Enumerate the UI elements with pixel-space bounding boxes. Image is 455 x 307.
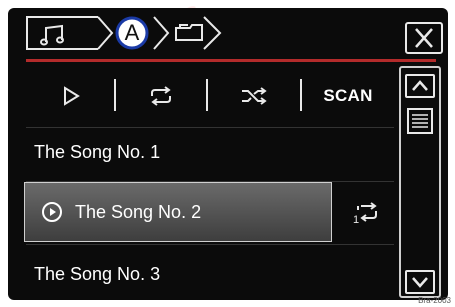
chevron-up-icon: [412, 80, 428, 91]
accent-divider: [26, 59, 436, 62]
list-item[interactable]: The Song No. 3: [8, 244, 398, 300]
music-note-icon: [40, 24, 64, 46]
chevron-down-icon: [412, 277, 428, 288]
scroll-up-button[interactable]: [405, 74, 435, 98]
svg-text:1: 1: [353, 214, 359, 226]
close-icon: [415, 28, 433, 48]
scrollbar[interactable]: [399, 66, 441, 298]
figure-code: Bra-2003: [418, 296, 451, 305]
play-icon: [64, 86, 80, 106]
song-title: The Song No. 3: [34, 263, 161, 284]
media-player-screen: A SCAN The Song No. 1 The Song No. 2 1 T…: [8, 8, 448, 300]
folders-icon: [175, 16, 222, 50]
shuffle-button[interactable]: [208, 65, 300, 127]
breadcrumb-folders[interactable]: [168, 16, 224, 50]
scan-button[interactable]: SCAN: [302, 65, 394, 127]
breadcrumb-music[interactable]: [26, 16, 98, 50]
play-button[interactable]: [26, 65, 116, 127]
scan-label: SCAN: [323, 86, 373, 105]
repeat-button[interactable]: [116, 65, 206, 127]
playback-controls: SCAN: [8, 65, 398, 127]
list-item[interactable]: The Song No. 1: [8, 122, 398, 182]
callout-label: A: [124, 20, 140, 45]
shuffle-icon: [242, 87, 267, 105]
repeat-icon: [151, 86, 171, 106]
song-title: The Song No. 2: [75, 201, 202, 222]
scroll-thumb[interactable]: [407, 108, 433, 134]
scroll-down-button[interactable]: [405, 270, 435, 294]
breadcrumb-source[interactable]: A: [110, 16, 154, 50]
play-circle-icon: [42, 202, 62, 222]
close-button[interactable]: [405, 22, 443, 54]
repeat-track-button[interactable]: 1: [338, 182, 394, 242]
song-title: The Song No. 1: [34, 141, 161, 162]
repeat-one-icon: 1: [353, 202, 377, 226]
top-bar: A: [8, 8, 448, 63]
list-item-selected[interactable]: The Song No. 2: [24, 182, 332, 242]
